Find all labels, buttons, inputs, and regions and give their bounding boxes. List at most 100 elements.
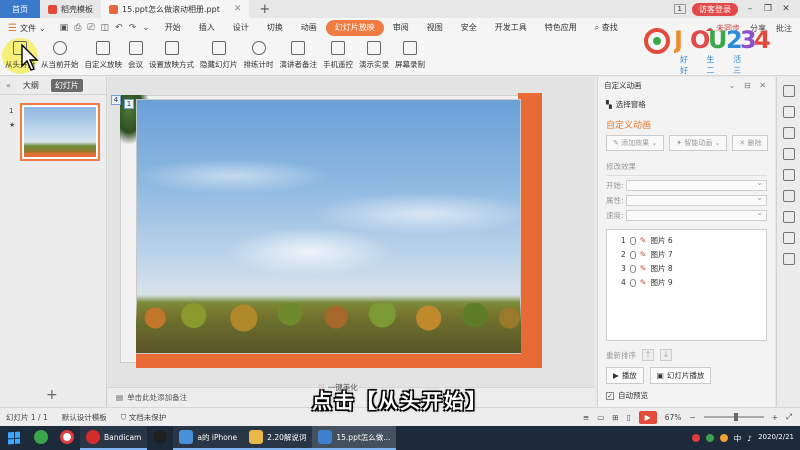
shape-icon[interactable]: [782, 85, 795, 97]
new-tab-button[interactable]: +: [249, 0, 280, 18]
zoom-out-icon[interactable]: −: [689, 413, 695, 422]
screen-record-button[interactable]: 屏幕录制: [392, 38, 428, 74]
tab-slides[interactable]: 幻灯片: [50, 79, 83, 92]
list-item[interactable]: 4 ✎ 图片 9: [607, 276, 766, 290]
setup-show-button[interactable]: 设置放映方式: [146, 38, 197, 74]
taskbar-app-qq[interactable]: [147, 426, 173, 450]
taskbar-app-record[interactable]: [54, 426, 80, 450]
fit-window-icon[interactable]: ⤢: [786, 412, 792, 422]
menu-special-apps[interactable]: 特色应用: [536, 20, 586, 36]
normal-view-icon[interactable]: ▭: [597, 413, 604, 422]
star-icon[interactable]: [782, 148, 795, 160]
close-tab-icon[interactable]: ✕: [234, 4, 242, 14]
window-count-badge[interactable]: 1: [673, 4, 686, 14]
zoom-slider[interactable]: [703, 413, 764, 421]
maximize-icon[interactable]: ❐: [762, 4, 774, 14]
custom-show-button[interactable]: 自定义放映: [82, 38, 126, 74]
speed-dropdown[interactable]: [626, 208, 767, 221]
select-icon[interactable]: [782, 106, 795, 118]
list-item[interactable]: 1 ✎ 图片 6: [607, 234, 766, 248]
autopreview-row[interactable]: ✓ 自动预览: [598, 384, 775, 401]
document-protection[interactable]: ⛉ 文档未保护: [121, 412, 167, 423]
add-slide-button[interactable]: +: [46, 387, 58, 403]
add-effect-button[interactable]: ✎ 添加效果 ⌄: [606, 135, 665, 151]
smart-animation-button[interactable]: ✦ 智能动画 ⌄: [669, 135, 728, 151]
animation-icon[interactable]: [782, 127, 795, 139]
rehearse-timing-button[interactable]: 排练计时: [241, 38, 277, 74]
taskbar-app-folder[interactable]: 2.20解说词: [243, 426, 313, 450]
menu-slideshow[interactable]: 幻灯片放映: [325, 20, 384, 36]
chevron-down-icon[interactable]: ⌄: [142, 23, 150, 33]
one-click-beautify[interactable]: ♡ 一键美化: [318, 382, 358, 393]
menu-review[interactable]: 审阅: [384, 20, 418, 36]
notes-toggle-icon[interactable]: ≡: [583, 413, 589, 422]
menu-security[interactable]: 安全: [452, 20, 486, 36]
tab-presentation[interactable]: 15.ppt怎么做滚动相册.ppt ✕: [101, 0, 250, 18]
menu-search[interactable]: ⌕ 查找: [586, 20, 627, 36]
collapse-icon[interactable]: «: [6, 81, 11, 90]
network-tray-icon[interactable]: [719, 434, 728, 442]
tab-outline[interactable]: 大纲: [19, 79, 43, 92]
undo-icon[interactable]: ↶: [115, 23, 123, 33]
play-button[interactable]: ▶ 播放: [606, 367, 644, 384]
transition-icon[interactable]: [782, 169, 795, 181]
menu-design[interactable]: 设计: [224, 20, 258, 36]
help-icon[interactable]: [782, 253, 795, 265]
move-down-button[interactable]: ↓: [660, 349, 672, 361]
ime-indicator[interactable]: 中: [734, 433, 742, 444]
tab-docer-templates[interactable]: 稻壳模板: [40, 0, 101, 18]
slide-thumbnail[interactable]: [20, 103, 100, 161]
selection-pane-link[interactable]: ▚ 选择窗格: [598, 93, 775, 110]
sorter-view-icon[interactable]: ⊞: [612, 413, 618, 422]
taskbar-app-wps[interactable]: 15.ppt怎么做...: [312, 426, 397, 450]
zoom-level[interactable]: 67%: [665, 413, 682, 422]
meeting-button[interactable]: 会议: [125, 38, 146, 74]
taskbar-app-360[interactable]: [28, 426, 54, 450]
menu-transition[interactable]: 切换: [258, 20, 292, 36]
property-dropdown[interactable]: [626, 193, 767, 206]
from-current-button[interactable]: 从当前开始: [38, 38, 82, 74]
tab-home[interactable]: 首页: [0, 0, 40, 18]
play-slideshow-button[interactable]: ▶: [638, 410, 657, 424]
taskbar-app-iphone[interactable]: a的 iPhone: [173, 426, 244, 450]
menu-insert[interactable]: 插入: [190, 20, 224, 36]
backup-icon[interactable]: [782, 232, 795, 244]
format-icon[interactable]: [782, 190, 795, 202]
menu-developer[interactable]: 开发工具: [486, 20, 536, 36]
redo-icon[interactable]: ↷: [129, 23, 137, 33]
close-icon[interactable]: ✕: [780, 4, 792, 14]
menu-home[interactable]: 开始: [156, 20, 190, 36]
move-up-button[interactable]: ↑: [642, 349, 654, 361]
print-icon[interactable]: ⎚: [87, 23, 94, 33]
record-tray-icon[interactable]: [691, 434, 700, 442]
orange-shape-right[interactable]: [518, 93, 542, 368]
slide-canvas[interactable]: 4 1: [108, 77, 594, 387]
list-item[interactable]: 3 ✎ 图片 8: [607, 262, 766, 276]
slideshow-play-button[interactable]: ▣ 幻灯片播放: [649, 367, 712, 384]
hide-slide-button[interactable]: 隐藏幻灯片: [197, 38, 241, 74]
menu-view[interactable]: 视图: [418, 20, 452, 36]
autopreview-checkbox[interactable]: ✓: [606, 391, 614, 400]
minimize-icon[interactable]: –: [744, 4, 756, 14]
menu-animation[interactable]: 动画: [292, 20, 326, 36]
delete-button[interactable]: ✕ 删除: [732, 135, 769, 151]
comment-button[interactable]: 批注: [776, 23, 792, 34]
save-icon[interactable]: ▣: [60, 23, 69, 33]
export-icon[interactable]: ⎙: [74, 23, 81, 33]
settings-icon[interactable]: [782, 211, 795, 223]
taskbar-app-bandicam[interactable]: Bandicam: [80, 426, 148, 450]
zoom-in-icon[interactable]: +: [772, 413, 778, 422]
volume-icon[interactable]: ♪: [747, 434, 752, 443]
file-menu[interactable]: ☰ 文件 ⌄: [0, 18, 54, 38]
security-tray-icon[interactable]: [705, 434, 714, 442]
phone-remote-button[interactable]: 手机遥控: [320, 38, 356, 74]
pane-controls[interactable]: ⌄ ⊟ ✕: [729, 81, 769, 90]
reading-view-icon[interactable]: ▯: [627, 413, 631, 422]
orange-shape-bottom[interactable]: [136, 354, 542, 368]
start-button[interactable]: [0, 426, 28, 450]
clock[interactable]: 2020/2/21: [758, 433, 794, 442]
speaker-notes-button[interactable]: 演讲者备注: [277, 38, 321, 74]
demo-record-button[interactable]: 演示实录: [356, 38, 392, 74]
list-item[interactable]: 2 ✎ 图片 7: [607, 248, 766, 262]
design-template[interactable]: 默认设计模板: [62, 412, 107, 423]
